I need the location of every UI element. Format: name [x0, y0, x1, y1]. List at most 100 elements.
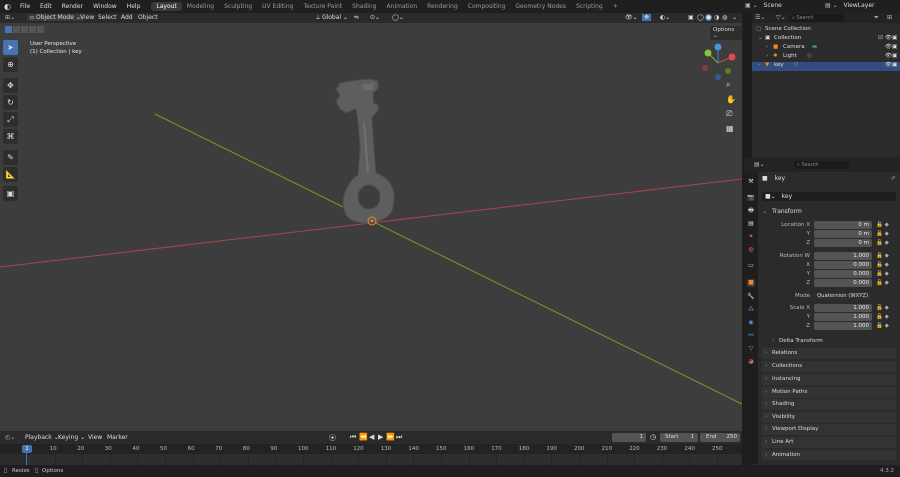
- lock-icon[interactable]: 🔓 ◆: [876, 322, 896, 331]
- collection-tab-icon[interactable]: ▭: [747, 262, 755, 270]
- outliner-search-input[interactable]: ⌕ Search: [789, 14, 844, 22]
- object-tab-icon[interactable]: ■: [747, 279, 755, 287]
- camera-view-icon[interactable]: ⎚: [726, 109, 736, 119]
- scale-y-field[interactable]: 1.000: [814, 313, 872, 321]
- annotate-icon[interactable]: ✎: [3, 150, 18, 165]
- gizmo-z-icon[interactable]: [714, 43, 722, 51]
- camera-data-icon[interactable]: ▬: [812, 44, 817, 50]
- menu-playback[interactable]: Playback ⌄: [25, 434, 59, 441]
- end-frame-field[interactable]: End 250: [700, 433, 740, 442]
- shading-options-icon[interactable]: ⌄: [732, 14, 737, 21]
- play-icon[interactable]: ▶: [378, 433, 383, 441]
- pivot-icon[interactable]: ⇋: [354, 14, 359, 21]
- tab-layout[interactable]: Layout: [151, 2, 182, 11]
- panel-relations[interactable]: Relations: [762, 348, 896, 359]
- lock-icon[interactable]: 🔓 ◆: [876, 313, 896, 322]
- tab-scripting[interactable]: Scripting: [571, 2, 608, 11]
- editor-type-icon[interactable]: ⊞⌄: [5, 14, 15, 21]
- panel-shading[interactable]: Shading: [762, 399, 896, 410]
- filter-funnel-icon[interactable]: ⏷: [874, 14, 879, 22]
- tab-texture-paint[interactable]: Texture Paint: [298, 2, 347, 11]
- location-z-field[interactable]: 0 m: [814, 239, 872, 247]
- shading-wireframe-icon[interactable]: ◯: [697, 14, 704, 21]
- menu-render[interactable]: Render: [57, 3, 88, 10]
- 3d-viewport[interactable]: User Perspective (1) Collection | key Op…: [0, 23, 742, 431]
- pin-icon[interactable]: ✐: [891, 175, 896, 182]
- rotation-mode-dropdown[interactable]: Quaternion (WXYZ) ⌄: [814, 292, 874, 307]
- outliner-item-camera[interactable]: › ■ Camera ▬ 👁 ▣: [752, 44, 900, 53]
- world-tab-icon[interactable]: ◍: [747, 246, 755, 254]
- expand-arrow-icon[interactable]: ›: [766, 53, 768, 59]
- tool-tab-icon[interactable]: ⚒: [747, 178, 755, 186]
- menu-marker[interactable]: Marker: [107, 434, 128, 441]
- visibility-icon[interactable]: 👁⌄: [625, 14, 638, 21]
- filter-icon[interactable]: ▽⌄: [776, 14, 786, 21]
- expand-arrow-icon[interactable]: ›: [758, 62, 760, 68]
- lock-icon[interactable]: 🔓 ◆: [876, 270, 896, 279]
- xray-toggle-icon[interactable]: ▣: [688, 14, 694, 21]
- current-frame-field[interactable]: 1: [612, 433, 646, 442]
- menu-view[interactable]: View: [80, 14, 94, 21]
- outliner-item-collection[interactable]: ⌄ ▣ Collection ☑ 👁 ▣: [752, 35, 900, 44]
- ortho-grid-icon[interactable]: ▦: [726, 124, 736, 133]
- view-layer-selector[interactable]: ▤ ⌄ ViewLayer: [825, 2, 900, 11]
- properties-search-input[interactable]: ⌕ Search: [794, 161, 850, 169]
- tab-rendering[interactable]: Rendering: [422, 2, 463, 11]
- location-y-field[interactable]: 0 m: [814, 230, 872, 238]
- jump-end-icon[interactable]: ⏭: [396, 433, 402, 442]
- blender-logo-icon[interactable]: ◐: [0, 2, 15, 11]
- panel-motion-paths[interactable]: Motion Paths: [762, 387, 896, 398]
- shading-solid-icon[interactable]: ●: [705, 14, 713, 21]
- select-invert-icon[interactable]: [29, 26, 36, 33]
- outliner-item-key[interactable]: › ▼ key ▽ 👁 ▣: [752, 62, 900, 71]
- overlay-toggle-icon[interactable]: ◐⌄: [660, 14, 670, 21]
- properties-editor-icon[interactable]: ▤⌄: [754, 161, 765, 168]
- snap-icon[interactable]: ⊙⌄: [370, 14, 380, 21]
- particles-tab-icon[interactable]: ⁂: [747, 306, 755, 314]
- lock-icon[interactable]: 🔓 ◆: [876, 230, 896, 239]
- camera-render-icon[interactable]: ▣: [892, 62, 897, 68]
- menu-help[interactable]: Help: [122, 3, 146, 10]
- lock-icon[interactable]: 🔓 ◆: [876, 279, 896, 288]
- jump-start-icon[interactable]: ⏮: [350, 433, 356, 442]
- move-icon[interactable]: ✥: [3, 78, 18, 93]
- tab-compositing[interactable]: Compositing: [463, 2, 511, 11]
- mode-selector[interactable]: ▫ Object Mode ⌄: [27, 14, 84, 21]
- select-intersect-icon[interactable]: [37, 26, 44, 33]
- gizmo-y-icon[interactable]: [704, 49, 712, 57]
- mesh-data-tab-icon[interactable]: ▽: [747, 345, 755, 353]
- select-subtract-icon[interactable]: [21, 26, 28, 33]
- menu-file[interactable]: File: [15, 3, 35, 10]
- cursor-icon[interactable]: ⊕: [3, 57, 18, 72]
- rotation-x-field[interactable]: 0.000: [814, 261, 872, 269]
- outliner-item-light[interactable]: › ✹ Light ◎ 👁 ▣: [752, 53, 900, 62]
- panel-instancing[interactable]: Instancing: [762, 374, 896, 385]
- menu-add[interactable]: Add: [121, 14, 133, 21]
- camera-render-icon[interactable]: ▣: [892, 53, 897, 59]
- scale-x-field[interactable]: 1.000: [814, 304, 872, 312]
- menu-window[interactable]: Window: [88, 3, 122, 10]
- lock-icon[interactable]: 🔓 ◆: [876, 221, 896, 230]
- tab-animation[interactable]: Animation: [382, 2, 423, 11]
- add-workspace-button[interactable]: +: [608, 2, 623, 11]
- eye-icon[interactable]: 👁: [885, 53, 892, 59]
- tab-modeling[interactable]: Modeling: [182, 2, 219, 11]
- shading-rendered-icon[interactable]: ◍: [722, 14, 727, 21]
- scene-selector[interactable]: ▣ ⌄ Scene: [745, 2, 815, 11]
- eye-icon[interactable]: 👁: [885, 35, 892, 41]
- transform-panel-header[interactable]: ⌄ Transform: [762, 206, 896, 217]
- modifier-tab-icon[interactable]: 🔧: [747, 293, 755, 301]
- object-name-field[interactable]: ■⌄ key: [762, 192, 896, 201]
- delta-transform-subpanel[interactable]: › Delta Transform: [772, 336, 892, 346]
- constraints-tab-icon[interactable]: ⚯: [747, 332, 755, 340]
- material-tab-icon[interactable]: ◕: [747, 358, 755, 366]
- select-box-icon[interactable]: ➤: [3, 40, 18, 55]
- outliner-editor-icon[interactable]: ☰⌄: [755, 14, 765, 21]
- add-cube-icon[interactable]: ▣: [3, 186, 18, 201]
- tab-geometry-nodes[interactable]: Geometry Nodes: [510, 2, 571, 11]
- rotate-icon[interactable]: ↻: [3, 95, 18, 110]
- view-layer-tab-icon[interactable]: ▤: [747, 220, 755, 228]
- select-new-icon[interactable]: [5, 26, 12, 33]
- camera-render-icon[interactable]: ▣: [892, 35, 897, 41]
- lock-icon[interactable]: 🔓 ◆: [876, 252, 896, 261]
